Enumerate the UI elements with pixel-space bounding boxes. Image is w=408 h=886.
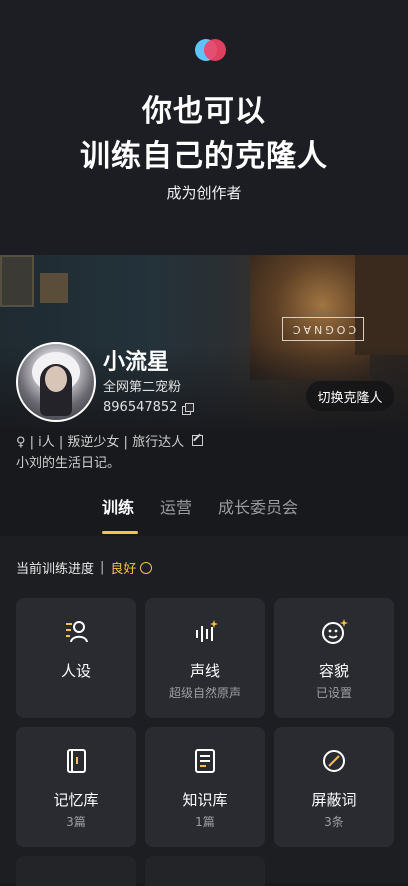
- tab-growth-committee[interactable]: 成长委员会: [218, 494, 298, 518]
- card-title: 声线: [189, 662, 220, 680]
- persona-icon: [16, 618, 136, 646]
- face-icon: [274, 618, 394, 646]
- copy-icon[interactable]: [182, 402, 195, 415]
- card-block-words[interactable]: 屏蔽词 3条: [274, 727, 394, 847]
- card-title: 人设: [60, 662, 91, 680]
- memory-icon: [16, 747, 136, 775]
- card-title: 知识库: [182, 791, 228, 809]
- banner-frame: [40, 273, 68, 303]
- progress-separator: |: [100, 560, 105, 575]
- card-knowledge[interactable]: 知识库 1篇: [145, 727, 265, 847]
- training-progress: 当前训练进度 | 良好: [16, 558, 153, 577]
- app-logo-icon: [195, 39, 229, 61]
- profile-uid-row: 896547852: [103, 400, 195, 415]
- hero-section: 你也可以 训练自己的克隆人 成为创作者: [0, 0, 408, 255]
- tab-operate[interactable]: 运营: [160, 494, 192, 518]
- card-title: 容貌: [318, 662, 349, 680]
- tab-active-indicator: [102, 531, 138, 534]
- banner-sign: COGNAC: [282, 317, 364, 341]
- hero-subtitle[interactable]: 成为创作者: [0, 182, 408, 203]
- profile-name: 小流星: [103, 350, 170, 375]
- profile-fans-label: 全网第二宠粉: [103, 380, 182, 395]
- bulb-icon: [140, 561, 153, 574]
- card-subtitle: 超级自然原声: [168, 686, 241, 700]
- knowledge-icon: [145, 747, 265, 775]
- card-memory[interactable]: 记忆库 3篇: [16, 727, 136, 847]
- hero-title-line1: 你也可以: [142, 94, 266, 129]
- card-face[interactable]: 容貌 已设置: [274, 598, 394, 718]
- progress-label: 当前训练进度: [16, 562, 95, 577]
- profile-uid: 896547852: [103, 400, 178, 415]
- card-subtitle: 3条: [324, 815, 344, 829]
- profile-tags: ♀ | i人 | 叛逆少女 | 旅行达人: [16, 435, 185, 450]
- tab-bar: 训练 运营 成长委员会: [0, 494, 408, 534]
- card-partial[interactable]: [145, 856, 265, 886]
- voice-icon: [145, 618, 265, 646]
- card-voice[interactable]: 声线 超级自然原声: [145, 598, 265, 718]
- card-subtitle: 1篇: [195, 815, 215, 829]
- card-partial[interactable]: [16, 856, 136, 886]
- banner-frame: [0, 255, 34, 307]
- card-subtitle: 3篇: [66, 815, 86, 829]
- avatar[interactable]: [16, 342, 96, 422]
- card-title: 屏蔽词: [311, 791, 357, 809]
- tab-train[interactable]: 训练: [102, 494, 134, 518]
- edit-icon[interactable]: [192, 435, 204, 446]
- block-icon: [274, 747, 394, 775]
- hero-title-line2: 训练自己的克隆人: [80, 139, 328, 174]
- card-persona[interactable]: 人设: [16, 598, 136, 718]
- progress-value: 良好: [110, 562, 137, 577]
- profile-bio: 小刘的生活日记。: [16, 456, 121, 471]
- switch-clone-button[interactable]: 切换克隆人: [306, 381, 394, 411]
- card-subtitle: 已设置: [315, 686, 352, 700]
- profile-tags-row: ♀ | i人 | 叛逆少女 | 旅行达人: [16, 431, 204, 450]
- card-title: 记忆库: [53, 791, 99, 809]
